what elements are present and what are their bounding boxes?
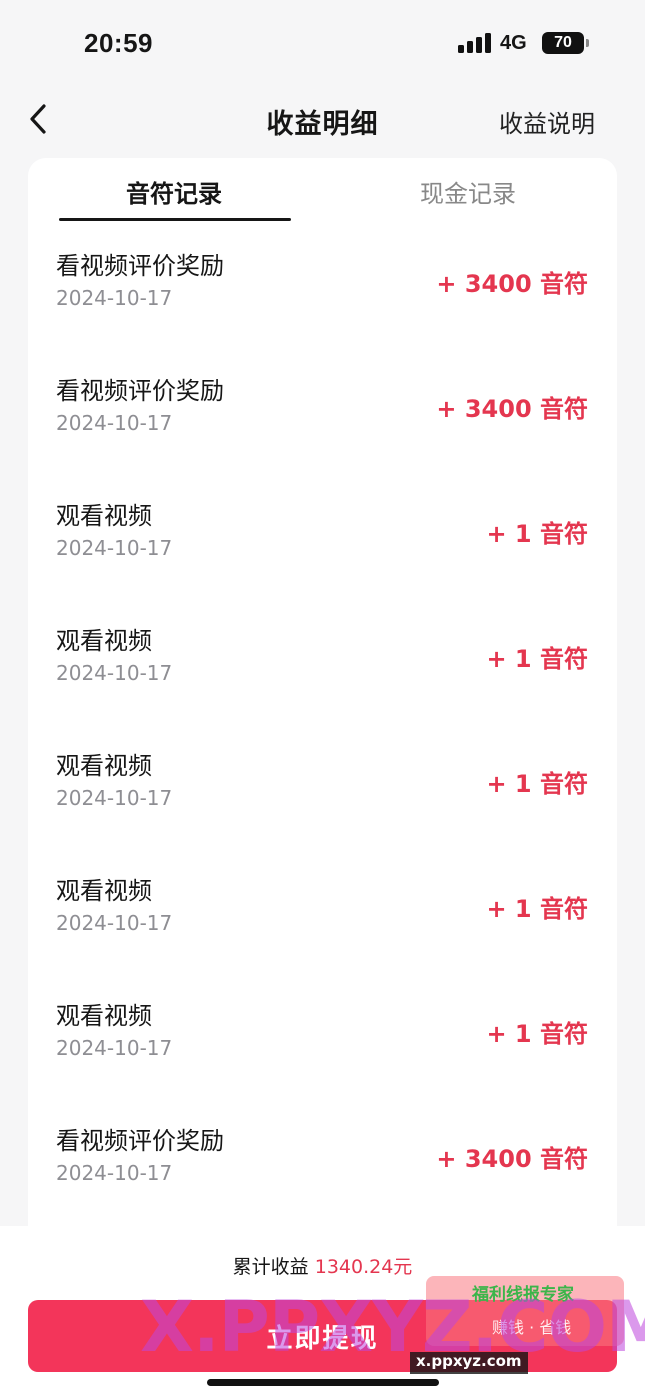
record-date: 2024-10-17 bbox=[56, 1036, 173, 1060]
record-title: 看视频评价奖励 bbox=[56, 377, 224, 405]
record-amount: + 1 音符 bbox=[486, 520, 588, 548]
record-title: 观看视频 bbox=[56, 502, 152, 530]
record-amount: + 1 音符 bbox=[486, 645, 588, 673]
record-date: 2024-10-17 bbox=[56, 661, 173, 685]
withdraw-button[interactable]: 立即提现 bbox=[28, 1300, 617, 1372]
list-item[interactable]: 观看视频 2024-10-17 + 1 音符 bbox=[28, 746, 617, 871]
battery-tip bbox=[586, 39, 589, 47]
tab-bar: 音符记录 现金记录 bbox=[28, 158, 617, 224]
record-title: 看视频评价奖励 bbox=[56, 252, 224, 280]
list-item[interactable]: 观看视频 2024-10-17 + 1 音符 bbox=[28, 621, 617, 746]
record-date: 2024-10-17 bbox=[56, 286, 173, 310]
record-date: 2024-10-17 bbox=[56, 911, 173, 935]
record-date: 2024-10-17 bbox=[56, 786, 173, 810]
record-amount: + 1 音符 bbox=[486, 1020, 588, 1048]
record-amount: + 3400 音符 bbox=[436, 270, 588, 298]
list-item[interactable]: 看视频评价奖励 2024-10-17 + 3400 音符 bbox=[28, 371, 617, 496]
record-date: 2024-10-17 bbox=[56, 536, 173, 560]
record-title: 看视频评价奖励 bbox=[56, 1127, 224, 1155]
record-title: 观看视频 bbox=[56, 877, 152, 905]
record-date: 2024-10-17 bbox=[56, 411, 173, 435]
records-card: 音符记录 现金记录 看视频评价奖励 2024-10-17 + 3400 音符 看… bbox=[28, 158, 617, 1298]
cellular-signal-icon bbox=[458, 33, 492, 53]
tab-cash-records[interactable]: 现金记录 bbox=[352, 174, 584, 209]
earnings-explanation-link[interactable]: 收益说明 bbox=[499, 104, 595, 139]
record-date: 2024-10-17 bbox=[56, 1161, 173, 1185]
active-tab-indicator bbox=[59, 218, 291, 221]
record-amount: + 3400 音符 bbox=[436, 1145, 588, 1173]
record-amount: + 1 音符 bbox=[486, 895, 588, 923]
total-earnings: 累计收益 1340.24元 bbox=[0, 1252, 645, 1279]
record-amount: + 1 音符 bbox=[486, 770, 588, 798]
record-title: 观看视频 bbox=[56, 1002, 152, 1030]
status-time: 20:59 bbox=[84, 28, 153, 58]
network-type: 4G bbox=[500, 32, 527, 54]
nav-bar: 收益明细 收益说明 bbox=[0, 88, 645, 154]
home-indicator bbox=[207, 1379, 439, 1386]
list-item[interactable]: 观看视频 2024-10-17 + 1 音符 bbox=[28, 496, 617, 621]
record-title: 观看视频 bbox=[56, 627, 152, 655]
list-item[interactable]: 观看视频 2024-10-17 + 1 音符 bbox=[28, 871, 617, 996]
tab-note-records[interactable]: 音符记录 bbox=[58, 174, 290, 209]
list-item[interactable]: 看视频评价奖励 2024-10-17 + 3400 音符 bbox=[28, 246, 617, 371]
bottom-bar: 累计收益 1340.24元 立即提现 bbox=[0, 1226, 645, 1398]
status-bar: 20:59 4G 70 bbox=[0, 0, 645, 88]
battery-icon: 70 bbox=[542, 32, 584, 54]
total-earnings-value: 1340.24元 bbox=[314, 1256, 413, 1278]
list-item[interactable]: 观看视频 2024-10-17 + 1 音符 bbox=[28, 996, 617, 1121]
total-earnings-label: 累计收益 bbox=[232, 1256, 309, 1278]
record-amount: + 3400 音符 bbox=[436, 395, 588, 423]
record-title: 观看视频 bbox=[56, 752, 152, 780]
